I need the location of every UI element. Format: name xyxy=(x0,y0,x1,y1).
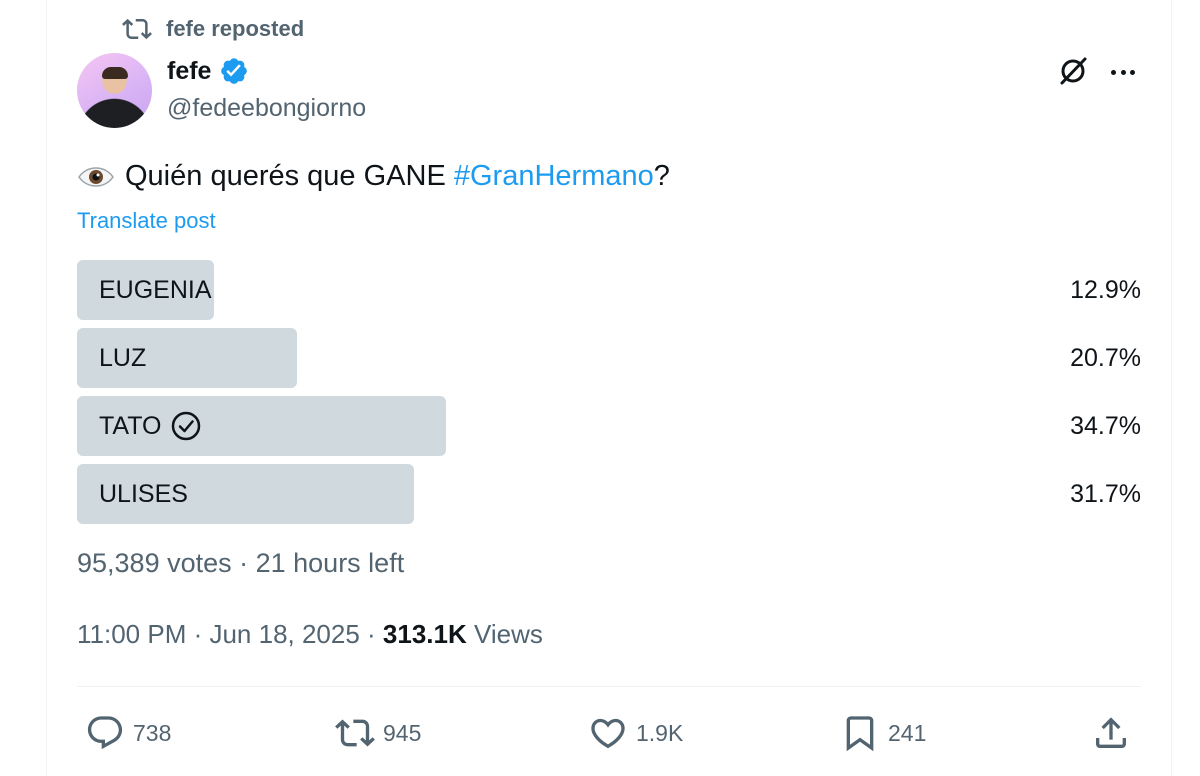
poll: EUGENIA 12.9% LUZ 20.7% TATO 34.7% ULISE… xyxy=(77,260,1141,532)
tweet-text: Quién querés que GANE #GranHermano ? xyxy=(77,160,670,193)
heart-icon xyxy=(591,718,625,749)
repost-icon xyxy=(122,18,152,40)
repost-text: fefe reposted xyxy=(166,16,305,41)
more-options-icon[interactable] xyxy=(1106,57,1140,87)
views-count: 313.1K xyxy=(382,619,467,649)
poll-option-label: EUGENIA xyxy=(99,275,212,304)
poll-option-percent: 12.9% xyxy=(1070,275,1141,304)
reply-button[interactable]: 738 xyxy=(85,706,171,760)
repost-icon xyxy=(335,719,375,747)
action-bar: 738 945 1.9K 241 xyxy=(77,706,1141,760)
share-icon xyxy=(1096,717,1126,748)
author-handle[interactable]: @fedeebongiorno xyxy=(167,94,366,123)
poll-option-percent: 34.7% xyxy=(1070,411,1141,440)
check-circle-icon xyxy=(171,411,200,441)
verified-badge-icon[interactable] xyxy=(219,56,249,86)
like-button[interactable]: 1.9K xyxy=(588,706,683,760)
poll-option-label: TATO xyxy=(99,411,162,440)
repost-count: 945 xyxy=(383,719,422,746)
bookmark-count: 241 xyxy=(888,719,927,746)
share-button[interactable] xyxy=(1091,706,1131,760)
poll-option: EUGENIA 12.9% xyxy=(77,260,1141,320)
reply-icon xyxy=(87,716,123,750)
reply-count: 738 xyxy=(133,719,172,746)
time-date[interactable]: 11:00 PM · Jun 18, 2025 · xyxy=(77,619,383,649)
poll-option-label: ULISES xyxy=(99,479,188,508)
poll-meta: 95,389 votes · 21 hours left xyxy=(77,548,405,578)
views-label: Views xyxy=(466,619,543,649)
repost-indicator[interactable]: fefe reposted xyxy=(122,14,304,44)
avatar[interactable] xyxy=(77,53,152,128)
bookmark-button[interactable]: 241 xyxy=(840,706,926,760)
divider xyxy=(77,686,1141,687)
poll-option: ULISES 31.7% xyxy=(77,464,1141,524)
tweet-text-before: Quién querés que GANE xyxy=(125,160,454,192)
poll-option: LUZ 20.7% xyxy=(77,328,1141,388)
author-name-row[interactable]: fefe xyxy=(167,56,249,86)
poll-option-percent: 31.7% xyxy=(1070,479,1141,508)
poll-option-label: LUZ xyxy=(99,343,147,372)
bookmark-icon xyxy=(846,716,874,752)
poll-option-percent: 20.7% xyxy=(1070,343,1141,372)
hashtag-link[interactable]: #GranHermano xyxy=(454,160,654,193)
grok-icon[interactable] xyxy=(1056,54,1090,88)
poll-option: TATO 34.7% xyxy=(77,396,1141,456)
translate-post-link[interactable]: Translate post xyxy=(77,208,216,234)
tweet-text-after: ? xyxy=(653,160,670,192)
like-count: 1.9K xyxy=(636,719,684,746)
repost-button[interactable]: 945 xyxy=(335,706,421,760)
tweet-timestamp[interactable]: 11:00 PM · Jun 18, 2025 · 313.1K Views xyxy=(77,619,543,650)
eye-icon xyxy=(78,166,114,187)
display-name[interactable]: fefe xyxy=(167,57,211,86)
